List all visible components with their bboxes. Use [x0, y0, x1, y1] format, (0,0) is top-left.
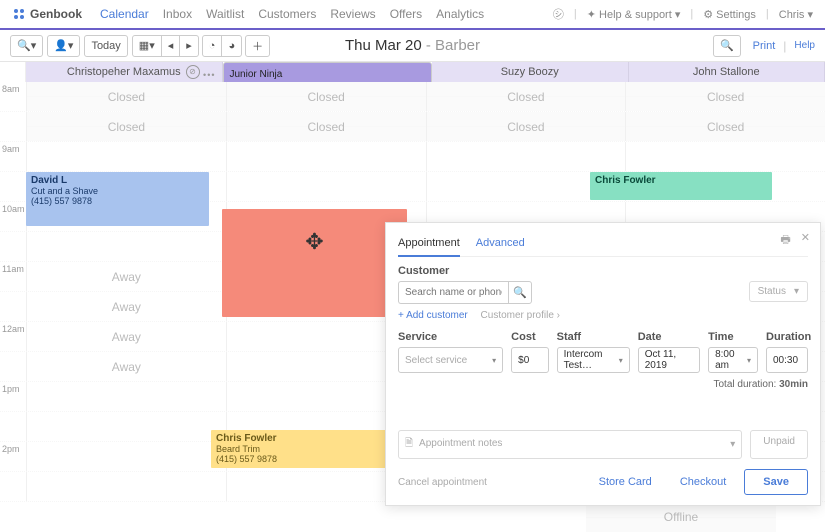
time-label: 12am: [0, 322, 26, 351]
time-label: 8am: [0, 82, 26, 111]
next-button[interactable]: ▸: [179, 35, 199, 57]
customer-search: 🔍: [398, 281, 532, 304]
panel-tabs: Appointment Advanced: [398, 233, 808, 257]
cost-input[interactable]: $0: [511, 347, 548, 373]
nav-reviews[interactable]: Reviews: [330, 7, 375, 21]
time-label: 10am: [0, 202, 26, 231]
nav-waitlist[interactable]: Waitlist: [206, 7, 244, 21]
notes-icon: 🗎: [405, 438, 413, 449]
store-card-button[interactable]: Store Card: [589, 470, 662, 494]
search-button[interactable]: 🔍: [713, 35, 741, 57]
calendar-view-button[interactable]: ▦▾: [132, 35, 162, 57]
customer-label: Customer: [398, 265, 808, 277]
top-nav: Genbook Calendar Inbox Waitlist Customer…: [0, 0, 825, 30]
gauge2-button[interactable]: ◕: [221, 35, 242, 57]
notes-input[interactable]: 🗎Appointment notes▾: [398, 430, 742, 459]
time-label: 1pm: [0, 382, 26, 411]
genbook-logo-icon: [12, 7, 26, 21]
duration-input[interactable]: 00:30: [766, 347, 808, 373]
nav-right: ㋛ | ✦ Help & support ▾ | ⚙ Settings | Ch…: [553, 6, 813, 22]
nav-analytics[interactable]: Analytics: [436, 7, 484, 21]
move-cursor-icon: ✥: [305, 229, 323, 255]
prev-button[interactable]: ◂: [161, 35, 181, 57]
today-button[interactable]: Today: [84, 35, 127, 57]
staff-select[interactable]: Intercom Test…▾: [557, 347, 630, 373]
date-input[interactable]: Oct 11, 2019: [638, 347, 700, 373]
add-person-button[interactable]: 👤▾: [47, 35, 80, 57]
time-label: 11am: [0, 262, 26, 291]
help-link[interactable]: Help: [794, 40, 815, 51]
nav-calendar[interactable]: Calendar: [100, 7, 149, 21]
brand-logo[interactable]: Genbook: [12, 7, 82, 21]
event-dragging[interactable]: ✥: [222, 209, 407, 317]
service-select[interactable]: Select service▾: [398, 347, 503, 373]
print-link[interactable]: Print: [753, 40, 776, 52]
checkout-button[interactable]: Checkout: [670, 470, 736, 494]
settings-link[interactable]: ⚙ Settings: [703, 8, 756, 21]
event-fowler-1[interactable]: Chris Fowler: [590, 172, 772, 200]
time-label: 9am: [0, 142, 26, 171]
total-duration: Total duration: 30min: [398, 379, 808, 390]
zoom-button[interactable]: 🔍▾: [10, 35, 43, 57]
save-button[interactable]: Save: [744, 469, 808, 495]
tab-appointment[interactable]: Appointment: [398, 233, 460, 257]
staff-header-row: Christopeher Maxamus⊘••• Junior Ninja Su…: [0, 62, 825, 82]
toolbar-title: Thu Mar 20 - Barber: [345, 37, 480, 54]
cancel-appointment-link[interactable]: Cancel appointment: [398, 477, 487, 488]
time-label: 2pm: [0, 442, 26, 471]
unpaid-button[interactable]: Unpaid: [750, 430, 808, 459]
event-david[interactable]: David L Cut and a Shave (415) 557 9878: [26, 172, 209, 226]
search-icon[interactable]: 🔍: [508, 281, 532, 304]
customer-profile-link[interactable]: Customer profile ›: [481, 310, 560, 321]
tab-advanced[interactable]: Advanced: [476, 233, 525, 256]
staff-badge-icon[interactable]: ⊘: [186, 65, 200, 79]
calendar-toolbar: 🔍▾ 👤▾ Today ▦▾ ◂ ▸ ◔ ◕ ＋ Thu Mar 20 - Ba…: [0, 30, 825, 62]
gauge1-button[interactable]: ◔: [202, 35, 223, 57]
staff-header[interactable]: Christopeher Maxamus⊘•••: [26, 62, 223, 82]
event-fowler-2[interactable]: Chris Fowler Beard Trim (415) 557 9878: [211, 430, 386, 468]
user-menu[interactable]: Chris ▾: [779, 8, 813, 21]
status-dropdown[interactable]: Status▾: [749, 281, 808, 302]
nav-customers[interactable]: Customers: [258, 7, 316, 21]
nav-links: Calendar Inbox Waitlist Customers Review…: [100, 7, 484, 21]
staff-header[interactable]: John Stallone: [629, 62, 825, 82]
staff-header[interactable]: Suzy Boozy: [432, 62, 629, 82]
globe-icon[interactable]: ㋛: [553, 6, 564, 22]
nav-inbox[interactable]: Inbox: [163, 7, 192, 21]
customer-search-input[interactable]: [398, 281, 508, 304]
offline-block: Offline: [586, 502, 776, 532]
time-select[interactable]: 8:00 am▾: [708, 347, 758, 373]
print-icon[interactable]: 🖶: [780, 231, 790, 250]
appointment-panel: 🖶 ✕ Appointment Advanced Customer 🔍 Stat…: [385, 222, 821, 506]
nav-offers[interactable]: Offers: [390, 7, 422, 21]
help-support-link[interactable]: ✦ Help & support ▾: [587, 8, 681, 21]
add-button[interactable]: ＋: [245, 35, 270, 57]
close-icon[interactable]: ✕: [801, 231, 810, 250]
add-customer-link[interactable]: + Add customer: [398, 310, 468, 321]
